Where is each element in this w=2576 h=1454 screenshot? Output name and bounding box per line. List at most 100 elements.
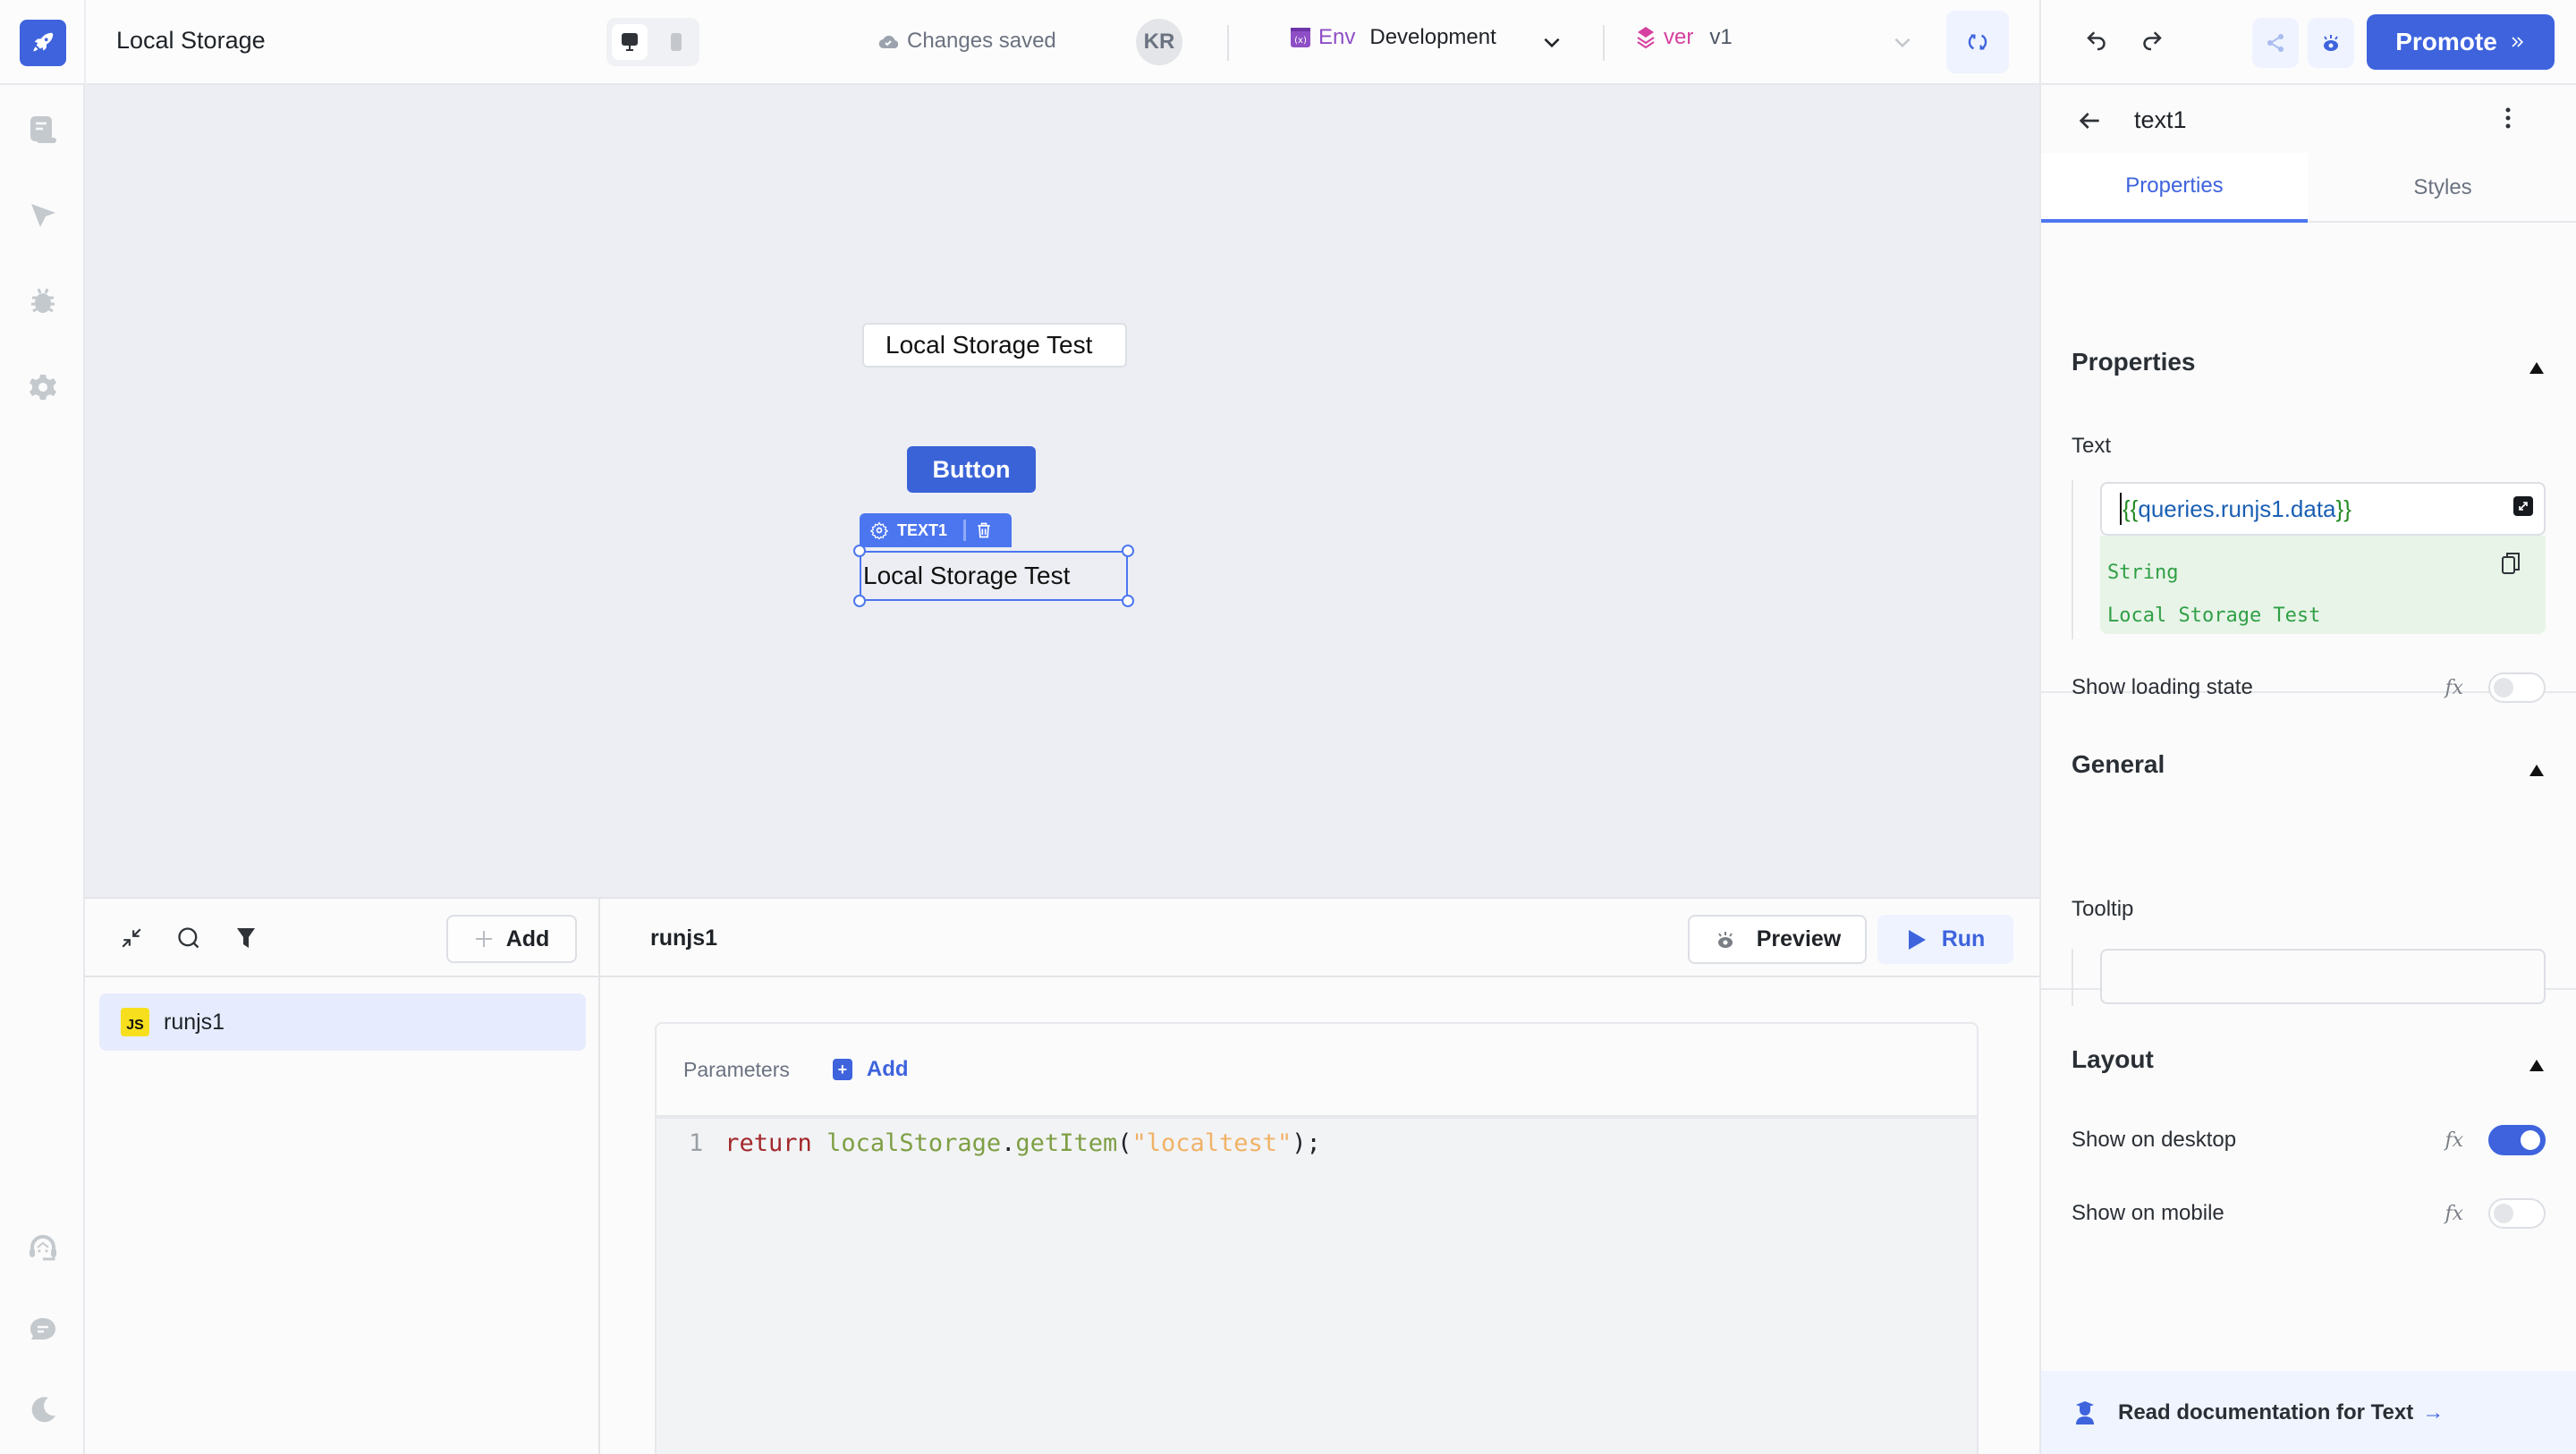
text-value-input[interactable]: {{queries.runjs1.data}} xyxy=(2100,482,2546,536)
brace-close: }} xyxy=(2335,495,2351,522)
app-logo[interactable] xyxy=(20,20,66,66)
resize-handle[interactable] xyxy=(1122,595,1134,607)
resize-handle[interactable] xyxy=(853,545,866,557)
share-button[interactable] xyxy=(2252,18,2299,68)
eye-icon xyxy=(1717,931,1733,948)
gear-icon xyxy=(30,375,56,400)
chevron-down-icon[interactable] xyxy=(1540,30,1563,54)
sidebar-item-inspector[interactable] xyxy=(27,199,59,232)
toggle-knob xyxy=(2494,1204,2513,1223)
caret-up-icon[interactable] xyxy=(2529,765,2544,776)
widget-name-tag[interactable]: TEXT1 xyxy=(897,521,947,540)
undo-icon[interactable] xyxy=(2084,27,2111,54)
caret-up-icon[interactable] xyxy=(2529,1060,2544,1071)
add-parameter-button[interactable]: + Add xyxy=(832,1057,909,1082)
show-mobile-label: Show on mobile xyxy=(2072,1201,2224,1225)
run-query-button[interactable]: Run xyxy=(1877,915,2013,964)
resize-handle[interactable] xyxy=(853,595,866,607)
app-title[interactable]: Local Storage xyxy=(116,27,266,55)
layers-icon xyxy=(1637,27,1655,49)
search-icon xyxy=(178,927,199,949)
run-label: Run xyxy=(1941,926,1986,951)
text-cursor xyxy=(2120,493,2122,525)
show-desktop-row: Show on desktop fx xyxy=(2072,1122,2546,1158)
collapse-button[interactable] xyxy=(117,924,146,952)
sidebar-item-support[interactable] xyxy=(27,1233,59,1265)
trash-icon[interactable] xyxy=(975,521,993,539)
mobile-view-button[interactable] xyxy=(658,24,694,60)
top-bar: Local Storage Changes saved KR (x) Env D… xyxy=(0,0,2576,85)
code-editor[interactable]: 1 return localStorage.getItem("localtest"… xyxy=(657,1119,1977,1454)
desktop-view-button[interactable] xyxy=(612,24,648,60)
tab-styles[interactable]: Styles xyxy=(2309,153,2576,223)
component-name[interactable]: text1 xyxy=(2134,106,2187,134)
section-title: Layout xyxy=(2072,1045,2154,1073)
fx-icon[interactable]: fx xyxy=(2445,1129,2463,1152)
variable-icon: (x) xyxy=(1291,28,1310,47)
button-widget[interactable]: Button xyxy=(907,446,1036,493)
redo-icon[interactable] xyxy=(2138,27,2165,54)
expand-icon[interactable] xyxy=(2513,496,2533,516)
promote-button[interactable]: Promote xyxy=(2367,14,2555,70)
selected-widget-tag: TEXT1 xyxy=(860,513,1012,547)
inspector-header: text1 xyxy=(2041,85,2576,160)
sync-button[interactable] xyxy=(1946,11,2009,73)
file-text-icon xyxy=(30,116,56,143)
parameters-label: Parameters xyxy=(683,1057,790,1081)
search-button[interactable] xyxy=(174,924,203,952)
version-value: v1 xyxy=(1709,25,1733,49)
query-panel: Add JS runjs1 runjs1 Preview Run Paramet… xyxy=(85,897,2039,1454)
add-query-button[interactable]: Add xyxy=(446,915,577,963)
query-name[interactable]: runjs1 xyxy=(650,926,717,951)
tab-properties[interactable]: Properties xyxy=(2041,153,2308,223)
code-keyword: return xyxy=(724,1129,812,1157)
version-selector[interactable]: ver v1 xyxy=(1635,25,1733,50)
javascript-icon: JS xyxy=(121,1008,149,1036)
sidebar-item-theme[interactable] xyxy=(27,1394,59,1426)
arrow-left-icon[interactable] xyxy=(2075,106,2104,135)
chevrons-right-icon xyxy=(2512,37,2523,47)
moon-icon xyxy=(31,1397,55,1423)
fx-icon[interactable]: fx xyxy=(2445,1203,2463,1225)
code-object: localStorage xyxy=(826,1129,1002,1157)
left-sidebar xyxy=(0,85,85,1454)
user-avatar[interactable]: KR xyxy=(1136,19,1182,65)
query-editor: runjs1 Preview Run Parameters + Add 1 ret… xyxy=(600,899,2039,1454)
sidebar-item-debugger[interactable] xyxy=(27,285,59,317)
documentation-link[interactable]: Read documentation for Text → xyxy=(2041,1371,2576,1454)
selected-text-widget[interactable]: Local Storage Test xyxy=(860,551,1128,601)
more-vertical-icon[interactable] xyxy=(2503,105,2513,133)
show-desktop-toggle[interactable] xyxy=(2488,1125,2546,1155)
sidebar-item-comments[interactable] xyxy=(27,1314,59,1346)
environment-selector[interactable]: (x) Env Development xyxy=(1290,25,1496,50)
text-widget[interactable]: Local Storage Test xyxy=(862,323,1127,368)
chevron-down-icon[interactable] xyxy=(1891,30,1914,54)
caret-up-icon[interactable] xyxy=(2529,362,2544,374)
code-close: ); xyxy=(1292,1129,1321,1157)
divider xyxy=(2039,0,2041,85)
code-paren: ( xyxy=(1117,1129,1132,1157)
expression: queries.runjs1.data xyxy=(2138,495,2336,522)
share-icon xyxy=(2267,34,2284,52)
show-mobile-toggle[interactable] xyxy=(2488,1198,2546,1229)
copy-icon[interactable] xyxy=(2501,552,2521,575)
preview-query-button[interactable]: Preview xyxy=(1688,915,1867,964)
preview-label: Preview xyxy=(1756,926,1842,951)
filter-button[interactable] xyxy=(232,924,260,952)
arrow-right-icon: → xyxy=(2422,1399,2445,1424)
query-body: Parameters + Add 1 return localStorage.ge… xyxy=(655,1022,1979,1454)
sidebar-item-pages[interactable] xyxy=(27,114,59,146)
monitor-icon xyxy=(622,33,638,51)
inspector-tabs: Properties Styles xyxy=(2041,153,2576,223)
resize-handle[interactable] xyxy=(1122,545,1134,557)
preview-app-button[interactable] xyxy=(2308,18,2354,68)
query-list-item[interactable]: JS runjs1 xyxy=(99,993,586,1051)
app-canvas[interactable]: Local Storage Test Button TEXT1 Local St… xyxy=(85,85,2039,897)
gear-icon[interactable] xyxy=(870,521,888,539)
general-section: General Tooltip xyxy=(2041,695,2576,1006)
sidebar-item-settings[interactable] xyxy=(27,371,59,403)
selected-text-content: Local Storage Test xyxy=(863,562,1071,589)
divider xyxy=(963,520,967,541)
section-title: Properties xyxy=(2072,348,2196,376)
toggle-knob xyxy=(2521,1130,2540,1150)
